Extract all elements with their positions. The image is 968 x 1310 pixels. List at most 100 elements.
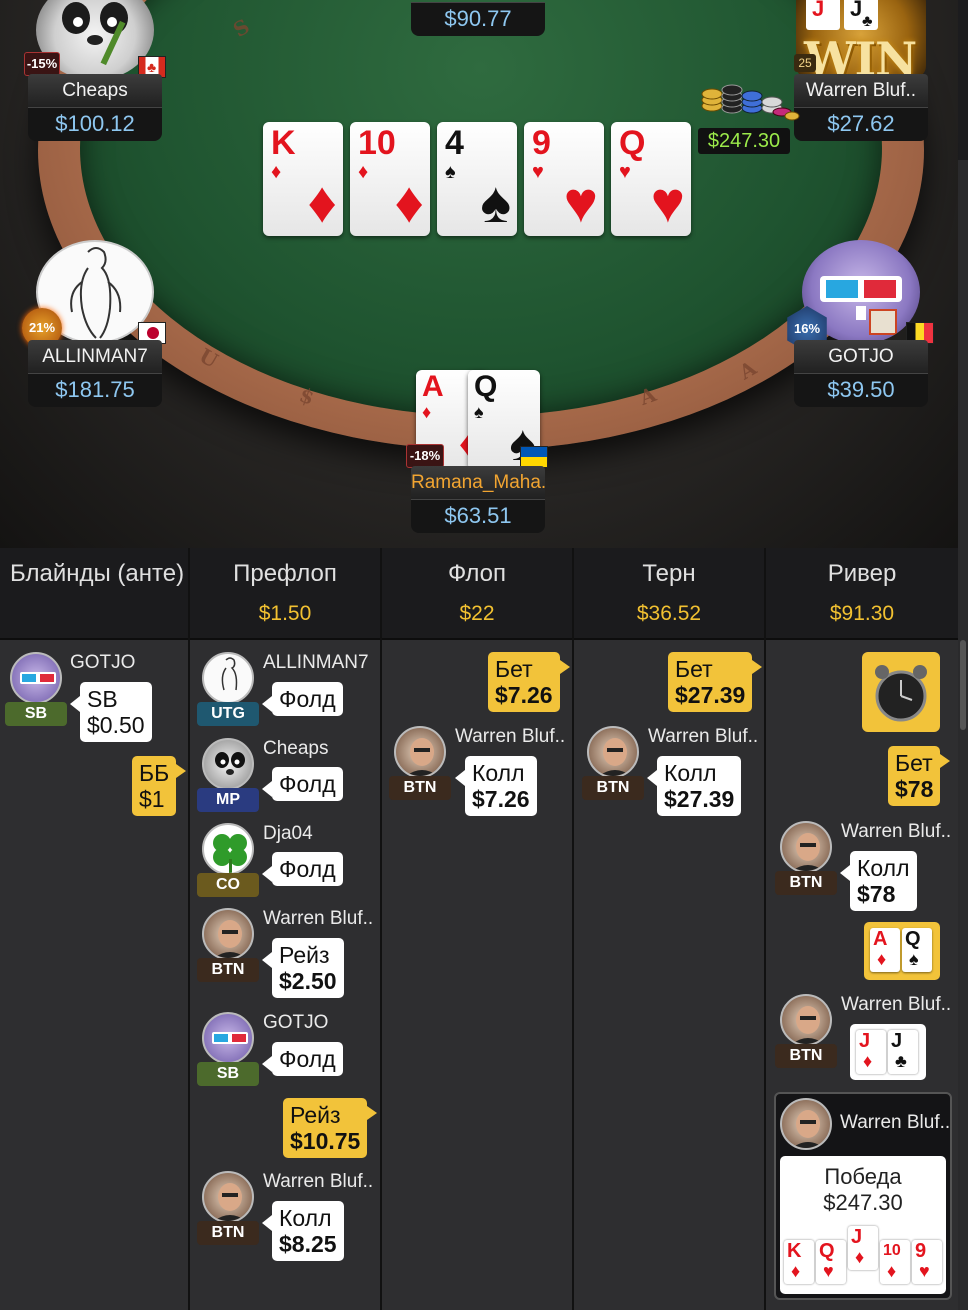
action-bubble: SB $0.50 (70, 682, 152, 742)
hero-action-bubble: Бет $78 (888, 746, 951, 806)
street-header-river: Ривер $91.30 (766, 548, 958, 640)
column-divider (188, 548, 190, 1310)
player-stat-badge: -18% (406, 444, 444, 468)
player-level-badge: 25 (794, 54, 816, 72)
column-divider (380, 548, 382, 1310)
player-avatar-cheaps (202, 738, 254, 790)
column-divider (572, 548, 574, 1310)
street-header-blinds: Блайнды (анте) (0, 548, 188, 640)
winning-hand-card: 10 ♦ (880, 1240, 910, 1284)
position-badge: CO (197, 873, 259, 897)
player-name: GOTJO (70, 652, 136, 673)
player-avatar-warren (780, 1098, 832, 1150)
player-stack-gotjo: $39.50 (794, 373, 928, 407)
player-name: Cheaps (263, 738, 329, 759)
player-name-gotjo: GOTJO (794, 340, 928, 374)
pot-amount: $247.30 (698, 128, 790, 154)
player-name-warren: Warren Bluf.. (794, 74, 928, 108)
street-header-turn: Терн $36.52 (574, 548, 764, 640)
showdown-card: Q ♠ (902, 928, 932, 972)
player-name: Warren Bluf.. (648, 726, 759, 747)
player-name-allinman: ALLINMAN7 (28, 340, 162, 374)
scrollbar-thumb[interactable] (960, 640, 966, 730)
player-stat-badge: -15% (24, 52, 60, 76)
winning-hand-card: 9 ♥ (912, 1240, 942, 1284)
board-card: Q ♥ ♥ (611, 122, 691, 236)
column-divider (764, 548, 766, 1310)
action-bubble: Колл $27.39 (646, 756, 742, 816)
position-badge: BTN (389, 776, 451, 800)
svg-text:♣: ♣ (862, 13, 873, 30)
player-name: Warren Bluf.. (841, 994, 952, 1015)
player-stack-warren: $27.62 (794, 107, 928, 141)
showdown-card: J ♦ (856, 1030, 886, 1074)
position-badge: BTN (582, 776, 644, 800)
action-bubble: Колл $7.26 (455, 756, 537, 816)
player-name: Warren Bluf.. (263, 1171, 374, 1192)
board-card: 4 ♠ ♠ (437, 122, 517, 236)
position-badge: BTN (775, 871, 837, 895)
action-bubble: Фолд (262, 852, 343, 886)
svg-text:J: J (850, 0, 862, 21)
win-amount: $247.30 (823, 1190, 903, 1215)
player-name: Warren Bluf.. (455, 726, 566, 747)
player-name: Dja04 (263, 823, 313, 844)
player-name: Warren Bluf.. (841, 821, 952, 842)
position-badge: BTN (197, 958, 259, 982)
hero-name: Ramana_Maha.. (411, 466, 545, 500)
street-header-flop: Флоп $22 (382, 548, 572, 640)
position-badge: MP (197, 788, 259, 812)
player-name: Warren Bluf.. (263, 908, 374, 929)
winning-hand-card: K ♦ (784, 1240, 814, 1284)
showdown-card: J ♣ (888, 1030, 918, 1074)
player-stack-cheaps: $100.12 (28, 107, 162, 141)
board-card: 10 ♦ ♦ (350, 122, 430, 236)
position-badge: SB (5, 702, 67, 726)
hero-action-bubble: Бет $7.26 (488, 652, 570, 712)
svg-text:J: J (812, 0, 824, 21)
action-bubble: Рейз $2.50 (262, 938, 344, 998)
action-bubble: Фолд (262, 1042, 343, 1076)
position-badge: SB (197, 1062, 259, 1086)
poker-table: S U $ A A $90.77 -15% ♣ Cheaps $100.12 J… (0, 0, 958, 548)
winning-hand-card: Q ♥ (816, 1240, 846, 1284)
position-badge: BTN (775, 1044, 837, 1068)
player-avatar-warren (587, 726, 639, 778)
top-seat-stack: $90.77 (411, 2, 545, 36)
player-name-cheaps: Cheaps (28, 74, 162, 108)
win-label: Победа (824, 1164, 902, 1189)
winning-hand-card: J ♦ (848, 1226, 878, 1270)
winner-name: Warren Bluf.. (840, 1112, 951, 1133)
player-avatar-warren (394, 726, 446, 778)
board-card: 9 ♥ ♥ (524, 122, 604, 236)
hero-action-bubble: Бет $27.39 (668, 652, 763, 712)
player-avatar-warren (202, 908, 254, 960)
player-stack-allinman: $181.75 (28, 373, 162, 407)
player-avatar-gotjo (202, 1012, 254, 1064)
position-badge: UTG (197, 702, 259, 726)
player-avatar-warren (202, 1171, 254, 1223)
showdown-card: A ♦ (870, 928, 900, 972)
board-card: K ♦ ♦ (263, 122, 343, 236)
ukraine-flag-icon (520, 446, 548, 468)
hero-action-bubble: ББ $1 (132, 756, 187, 816)
player-avatar-gotjo (10, 652, 62, 704)
hero-stack: $63.51 (411, 499, 545, 533)
street-header-preflop: Префлоп $1.50 (190, 548, 380, 640)
player-name: GOTJO (263, 1012, 329, 1033)
player-avatar-warren (780, 821, 832, 873)
player-name: ALLINMAN7 (263, 652, 369, 673)
scrollbar-track[interactable] (958, 160, 968, 1310)
hero-action-bubble: Рейз $10.75 (283, 1098, 378, 1158)
player-avatar-warren (780, 994, 832, 1046)
action-bubble: Колл $8.25 (262, 1201, 344, 1261)
action-bubble: Фолд (262, 682, 343, 716)
winner-result: Победа $247.30 K ♦ Q ♥ J ♦ 10 ♦ 9 ♥ (780, 1156, 946, 1294)
position-badge: BTN (197, 1221, 259, 1245)
action-bubble: Колл $78 (840, 851, 917, 911)
pot-chips-icon (700, 78, 800, 128)
player-avatar-dja04 (202, 823, 254, 875)
timer-alarm-icon (862, 652, 940, 732)
winner-panel: Warren Bluf.. Победа $247.30 K ♦ Q ♥ J ♦ 10… (774, 1092, 952, 1300)
player-avatar-allinman (202, 652, 254, 704)
